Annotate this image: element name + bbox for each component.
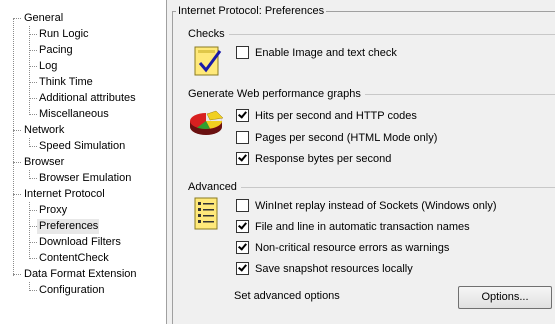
- tree-connector: [13, 130, 21, 131]
- preferences-panel: Internet Protocol: Preferences Checks En…: [168, 0, 555, 324]
- check-mark-icon: [238, 109, 247, 119]
- settings-list-icon: [194, 197, 218, 230]
- check-mark-icon: [238, 152, 247, 162]
- checkbox-label: Enable Image and text check: [255, 46, 397, 59]
- set-advanced-options-label: Set advanced options: [234, 290, 340, 302]
- checkbox-box[interactable]: [236, 220, 249, 233]
- checkbox-label: WinInet replay instead of Sockets (Windo…: [255, 199, 497, 212]
- checklist-icon: [194, 46, 222, 76]
- tree-item-think-time[interactable]: Think Time: [37, 75, 95, 90]
- checkbox-box[interactable]: [236, 46, 249, 59]
- tree-connector: [29, 26, 30, 115]
- tree-item-data-format-extension[interactable]: Data Format Extension: [22, 267, 139, 282]
- section-title-graphs: Generate Web performance graphs: [188, 87, 365, 101]
- pie-chart-icon: [190, 110, 224, 135]
- section-title-checks: Checks: [188, 27, 229, 41]
- tree-item-configuration[interactable]: Configuration: [37, 283, 106, 298]
- tree-connector: [29, 98, 37, 99]
- tree-connector: [29, 50, 37, 51]
- checkbox-box[interactable]: [236, 152, 249, 165]
- tree-connector: [13, 18, 14, 276]
- tree-connector: [29, 114, 37, 115]
- tree-item-download-filters[interactable]: Download Filters: [37, 235, 123, 250]
- tree-item-miscellaneous[interactable]: Miscellaneous: [37, 107, 111, 122]
- section-title-advanced: Advanced: [188, 180, 241, 194]
- checkbox-enable-image-text-check[interactable]: Enable Image and text check: [236, 45, 397, 60]
- tree-connector: [13, 274, 21, 275]
- tree-item-contentcheck[interactable]: ContentCheck: [37, 251, 111, 266]
- checkbox-wininet-replay[interactable]: WinInet replay instead of Sockets (Windo…: [236, 198, 497, 213]
- tree-connector: [29, 66, 37, 67]
- checkbox-label: File and line in automatic transaction n…: [255, 220, 470, 233]
- tree-item-log[interactable]: Log: [37, 59, 59, 74]
- checkbox-label: Save snapshot resources locally: [255, 262, 413, 275]
- tree-item-run-logic[interactable]: Run Logic: [37, 27, 91, 42]
- tree-connector: [13, 194, 21, 195]
- checkbox-hits-per-second[interactable]: Hits per second and HTTP codes: [236, 108, 417, 123]
- checkbox-label: Response bytes per second: [255, 152, 392, 165]
- tree-item-proxy[interactable]: Proxy: [37, 203, 69, 218]
- checkbox-box[interactable]: [236, 131, 249, 144]
- checkbox-box[interactable]: [236, 241, 249, 254]
- tree-connector: [29, 34, 37, 35]
- settings-tree[interactable]: General Run Logic Pacing Log Think Time …: [0, 0, 167, 324]
- tree-connector: [29, 290, 37, 291]
- tree-item-speed-simulation[interactable]: Speed Simulation: [37, 139, 127, 154]
- checkbox-box[interactable]: [236, 199, 249, 212]
- tree-connector: [13, 18, 21, 19]
- tree-connector: [29, 226, 37, 227]
- tree-item-network[interactable]: Network: [22, 123, 66, 138]
- tree-connector: [29, 146, 37, 147]
- tree-item-general[interactable]: General: [22, 11, 65, 26]
- check-mark-icon: [238, 241, 247, 251]
- section-divider: [188, 34, 555, 35]
- checkbox-label: Non-critical resource errors as warnings: [255, 241, 450, 254]
- tree-connector: [29, 178, 37, 179]
- tree-connector: [29, 258, 37, 259]
- tree-item-browser[interactable]: Browser: [22, 155, 66, 170]
- tree-connector: [13, 162, 21, 163]
- check-mark-icon: [238, 262, 247, 272]
- section-divider: [188, 187, 555, 188]
- checkbox-label: Pages per second (HTML Mode only): [255, 131, 438, 144]
- tree-item-internet-protocol[interactable]: Internet Protocol: [22, 187, 107, 202]
- panel-frame: [172, 11, 173, 324]
- checkbox-save-snapshot[interactable]: Save snapshot resources locally: [236, 261, 413, 276]
- tree-connector: [29, 82, 37, 83]
- tree-item-browser-emulation[interactable]: Browser Emulation: [37, 171, 133, 186]
- checkbox-box[interactable]: [236, 109, 249, 122]
- check-mark-icon: [238, 220, 247, 230]
- checkbox-label: Hits per second and HTTP codes: [255, 109, 417, 122]
- checkbox-file-and-line[interactable]: File and line in automatic transaction n…: [236, 219, 470, 234]
- checkbox-non-critical-errors[interactable]: Non-critical resource errors as warnings: [236, 240, 449, 255]
- tree-connector: [29, 210, 37, 211]
- tree-item-preferences[interactable]: Preferences: [37, 219, 99, 234]
- checkbox-box[interactable]: [236, 262, 249, 275]
- tree-connector: [29, 242, 37, 243]
- options-button[interactable]: Options...: [458, 286, 552, 309]
- panel-title: Internet Protocol: Preferences: [176, 4, 327, 19]
- checkbox-pages-per-second[interactable]: Pages per second (HTML Mode only): [236, 130, 437, 145]
- tree-item-additional-attributes[interactable]: Additional attributes: [37, 91, 138, 106]
- tree-item-pacing[interactable]: Pacing: [37, 43, 75, 58]
- checkbox-response-bytes[interactable]: Response bytes per second: [236, 151, 391, 166]
